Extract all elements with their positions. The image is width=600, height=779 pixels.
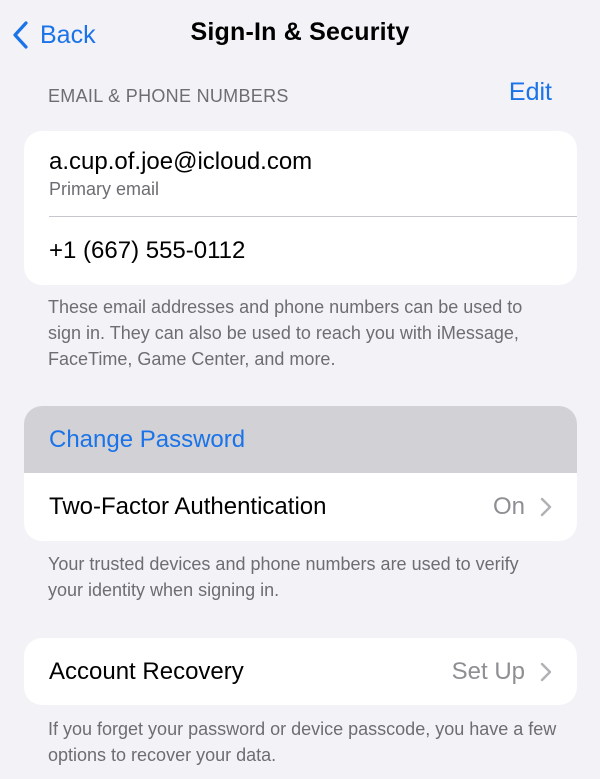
change-password-label: Change Password <box>49 425 246 453</box>
chevron-right-icon <box>540 497 552 517</box>
account-recovery-card: Account Recovery Set Up <box>24 638 577 705</box>
change-password-row[interactable]: Change Password <box>24 406 577 473</box>
two-factor-row[interactable]: Two-Factor Authentication On <box>24 473 577 541</box>
account-recovery-label: Account Recovery <box>49 657 244 685</box>
email-phone-footnote: These email addresses and phone numbers … <box>48 297 523 369</box>
chevron-right-icon <box>540 662 552 681</box>
two-factor-label: Two-Factor Authentication <box>49 493 327 520</box>
page-title: Sign-In & Security <box>190 18 410 46</box>
account-recovery-status: Set Up <box>451 657 525 685</box>
edit-button[interactable]: Edit <box>509 78 552 107</box>
security-footnote: Your trusted devices and phone numbers a… <box>48 554 519 600</box>
email-row[interactable]: a.cup.of.joe@icloud.com Primary email <box>24 131 577 216</box>
section-header-email-phone: EMAIL & PHONE NUMBERS <box>48 86 289 106</box>
email-phone-card: a.cup.of.joe@icloud.com Primary email +1… <box>24 131 577 285</box>
security-card: Change Password Two-Factor Authenticatio… <box>24 406 577 541</box>
account-recovery-row[interactable]: Account Recovery Set Up <box>24 638 577 705</box>
two-factor-status: On <box>492 493 525 520</box>
email-address: a.cup.of.joe@icloud.com <box>49 147 313 175</box>
email-caption: Primary email <box>49 178 160 199</box>
phone-row[interactable]: +1 (667) 555-0112 <box>24 217 577 285</box>
phone-number: +1 (667) 555-0112 <box>49 237 246 264</box>
account-recovery-footnote: If you forget your password or device pa… <box>48 719 557 765</box>
navigation-bar: Back Sign-In & Security <box>0 0 600 72</box>
